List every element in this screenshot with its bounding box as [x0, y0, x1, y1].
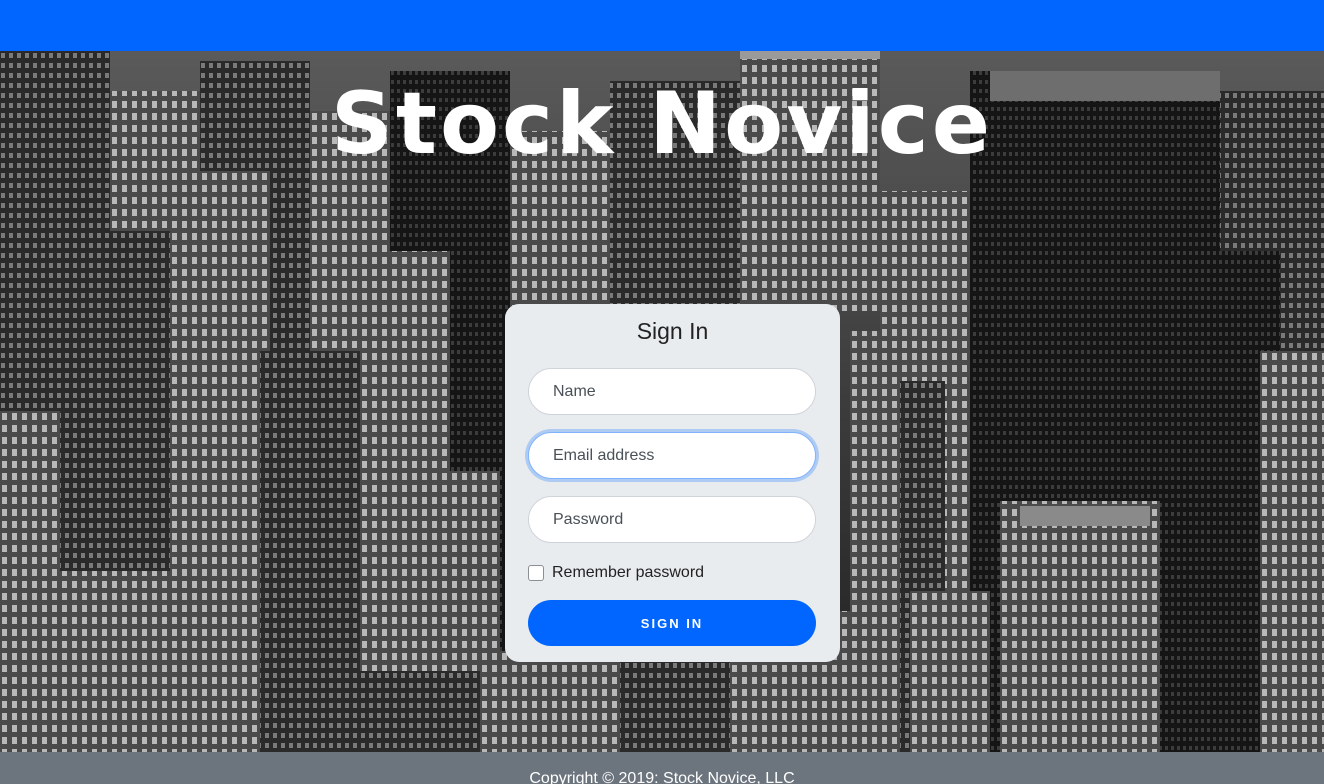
remember-password-row[interactable]: Remember password — [528, 562, 704, 584]
footer-copyright: Copyright © 2019: Stock Novice, LLC — [529, 770, 795, 784]
signin-heading: Sign In — [636, 318, 709, 344]
signin-card: Sign In Remember password SIGN IN — [505, 304, 840, 662]
footer: Copyright © 2019: Stock Novice, LLC — [0, 752, 1324, 784]
page: Stock Novice Sign In Remember password S… — [0, 0, 1324, 784]
email-input[interactable] — [528, 432, 816, 479]
password-input[interactable] — [528, 496, 816, 543]
signin-button[interactable]: SIGN IN — [528, 600, 816, 646]
remember-password-label[interactable]: Remember password — [552, 564, 704, 582]
name-input[interactable] — [528, 368, 816, 415]
top-navbar — [0, 0, 1324, 51]
remember-password-checkbox[interactable] — [528, 565, 544, 581]
brand-title: Stock Novice — [330, 74, 994, 174]
